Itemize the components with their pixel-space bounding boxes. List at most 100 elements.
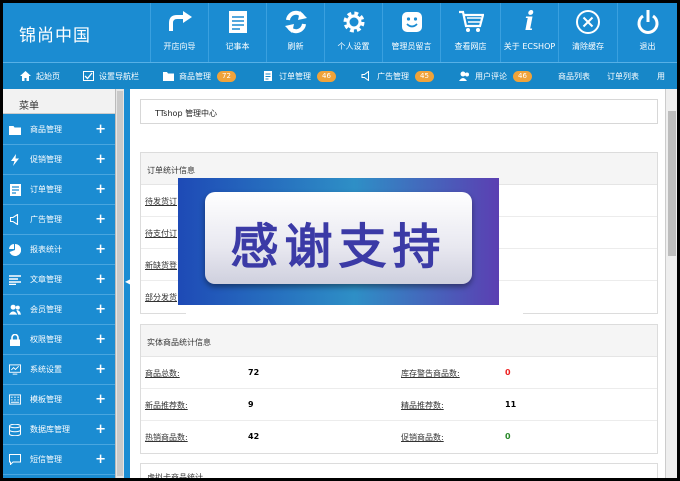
checkbox-icon xyxy=(83,71,94,81)
top-toolbar: 锦尚中国 开店向导 记事本 刷新 个人设置 管理员留言 查看网店 i 关于 EC… xyxy=(3,3,677,62)
table-row: 商品总数: 72 库存警告商品数: 0 xyxy=(141,357,657,389)
logout-button[interactable]: 退出 xyxy=(617,3,677,62)
sidebar-item-label: 会员管理 xyxy=(30,305,62,314)
view-shop-button[interactable]: 查看网店 xyxy=(440,3,500,62)
stock-warning-value: 0 xyxy=(505,368,511,377)
sidebar-item-reports[interactable]: 报表统计 + xyxy=(3,235,115,265)
nav-home[interactable]: 起始页 xyxy=(20,63,60,89)
plus-icon: + xyxy=(95,302,106,317)
sidebar-item-promotion[interactable]: 促销管理 + xyxy=(3,145,115,175)
plus-icon: + xyxy=(95,362,106,377)
virtual-goods-panel: 虚拟卡商品统计 xyxy=(140,463,658,478)
app-window: 锦尚中国 开店向导 记事本 刷新 个人设置 管理员留言 查看网店 i 关于 EC… xyxy=(3,3,677,478)
sidebar-item-articles[interactable]: 文章管理 + xyxy=(3,265,115,295)
nav-reviews-label: 用户评论 xyxy=(475,71,507,81)
partial-shipped-link[interactable]: 部分发货 xyxy=(145,292,177,303)
view-shop-label: 查看网店 xyxy=(454,42,487,51)
content-scrollbar[interactable] xyxy=(665,89,677,478)
users-icon xyxy=(459,71,469,81)
setup-wizard-label: 开店向导 xyxy=(163,42,196,51)
folder-icon xyxy=(163,72,174,81)
virtual-goods-title: 虚拟卡商品统计 xyxy=(147,473,203,478)
watermark-banner: 感谢支持 xyxy=(178,178,499,305)
admin-message-button[interactable]: 管理员留言 xyxy=(382,3,440,62)
sidebar-item-templates[interactable]: 模板管理 + xyxy=(3,385,115,415)
out-of-stock-link[interactable]: 新缺货登 xyxy=(145,260,177,271)
notepad-button[interactable]: 记事本 xyxy=(208,3,266,62)
personal-settings-label: 个人设置 xyxy=(337,42,370,51)
total-goods-link[interactable]: 商品总数: xyxy=(145,368,180,379)
nav-orders-label: 订单管理 xyxy=(279,71,311,81)
nav-orders[interactable]: 订单管理 46 xyxy=(263,63,336,89)
nav-ads-badge: 45 xyxy=(415,70,434,82)
list-icon xyxy=(9,274,21,285)
nav-goods[interactable]: 商品管理 72 xyxy=(163,63,236,89)
gear-icon xyxy=(325,10,382,34)
cart-icon xyxy=(441,10,500,34)
scrollbar-thumb[interactable] xyxy=(117,91,123,476)
sidebar-item-label: 商品管理 xyxy=(30,125,62,134)
nav-reviews[interactable]: 用户评论 46 xyxy=(459,63,532,89)
best-recommend-value: 11 xyxy=(505,400,517,409)
speaker-icon xyxy=(9,214,21,225)
plus-icon: + xyxy=(95,152,106,167)
template-icon xyxy=(9,394,21,405)
pending-shipment-link[interactable]: 待发货订 xyxy=(145,196,177,207)
nav-orders-badge: 46 xyxy=(317,70,336,82)
sidebar-item-label: 文章管理 xyxy=(30,275,62,284)
sidebar-item-goods[interactable]: 商品管理 + xyxy=(3,115,115,145)
clear-cache-icon xyxy=(559,10,617,34)
plus-icon: + xyxy=(95,332,106,347)
best-recommend-link[interactable]: 精品推荐数: xyxy=(401,400,444,411)
sidebar-item-ads[interactable]: 广告管理 + xyxy=(3,205,115,235)
personal-settings-button[interactable]: 个人设置 xyxy=(324,3,382,62)
new-recommend-link[interactable]: 新品推荐数: xyxy=(145,400,188,411)
breadcrumb: TTshop 管理中心 xyxy=(140,99,658,124)
nav-order-list-label: 订单列表 xyxy=(607,71,639,81)
sidebar-item-sms[interactable]: 短信管理 + xyxy=(3,445,115,475)
sidebar-item-permissions[interactable]: 权限管理 + xyxy=(3,325,115,355)
hot-goods-link[interactable]: 热销商品数: xyxy=(145,432,188,443)
pie-chart-icon xyxy=(9,243,21,256)
sidebar-item-orders[interactable]: 订单管理 + xyxy=(3,175,115,205)
lock-icon xyxy=(9,333,21,346)
nav-goods-list[interactable]: 商品列表 xyxy=(558,63,590,89)
sidebar-item-label: 广告管理 xyxy=(30,215,62,224)
nav-order-list[interactable]: 订单列表 xyxy=(607,63,639,89)
sidebar-item-label: 报表统计 xyxy=(30,245,62,254)
clear-cache-button[interactable]: 清除缓存 xyxy=(558,3,617,62)
monitor-icon xyxy=(9,364,21,375)
nav-settings[interactable]: 设置导航栏 xyxy=(83,63,139,89)
notepad-icon xyxy=(209,10,266,34)
sidebar-item-database[interactable]: 数据库管理 + xyxy=(3,415,115,445)
promo-goods-link[interactable]: 促销商品数: xyxy=(401,432,444,443)
menu-title: 菜单 xyxy=(3,89,115,114)
setup-wizard-button[interactable]: 开店向导 xyxy=(150,3,208,62)
hot-goods-value: 42 xyxy=(248,432,260,441)
nav-goods-label: 商品管理 xyxy=(179,71,211,81)
nav-goods-list-label: 商品列表 xyxy=(558,71,590,81)
sidebar-item-label: 系统设置 xyxy=(30,365,62,374)
nav-home-label: 起始页 xyxy=(36,71,60,81)
nav-more[interactable]: 用 xyxy=(657,63,665,89)
watermark-plate: 感谢支持 xyxy=(205,192,472,284)
sidebar-item-label: 促销管理 xyxy=(30,155,62,164)
scrollbar-thumb[interactable] xyxy=(668,111,676,256)
about-button[interactable]: i 关于 ECSHOP xyxy=(500,3,558,62)
stock-warning-link[interactable]: 库存警告商品数: xyxy=(401,368,460,379)
plus-icon: + xyxy=(95,272,106,287)
plus-icon: + xyxy=(95,182,106,197)
database-icon xyxy=(9,423,21,436)
sidebar-scrollbar[interactable] xyxy=(115,89,124,478)
info-icon: i xyxy=(524,7,535,37)
refresh-icon xyxy=(267,10,324,34)
refresh-button[interactable]: 刷新 xyxy=(266,3,324,62)
quick-nav-bar: 起始页 设置导航栏 商品管理 72 订单管理 46 广告管理 45 用户评论 4… xyxy=(3,62,677,89)
sidebar-item-members[interactable]: 会员管理 + xyxy=(3,295,115,325)
nav-ads[interactable]: 广告管理 45 xyxy=(361,63,434,89)
plus-icon: + xyxy=(95,242,106,257)
smile-message-icon xyxy=(383,10,440,34)
table-row: 新品推荐数: 9 精品推荐数: 11 xyxy=(141,389,657,421)
sidebar-item-system[interactable]: 系统设置 + xyxy=(3,355,115,385)
pending-payment-link[interactable]: 待支付订 xyxy=(145,228,177,239)
